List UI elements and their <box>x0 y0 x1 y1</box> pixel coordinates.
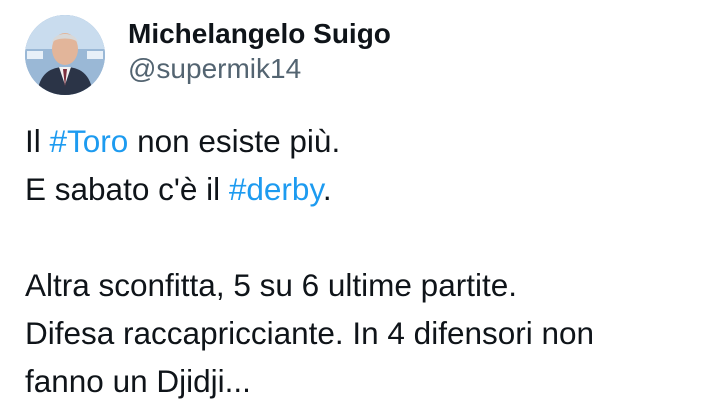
tweet-line-5: fanno un Djidji... <box>25 363 251 399</box>
hashtag-toro-link[interactable]: #Toro <box>50 123 129 159</box>
tweet-line-4: Difesa raccapricciante. In 4 difensori n… <box>25 315 595 351</box>
tweet-line-3: Altra sconfitta, 5 su 6 ultime partite. <box>25 267 517 303</box>
tweet-line-1: Il #Toro non esiste più. <box>25 117 712 165</box>
author-info: Michelangelo Suigo @supermik14 <box>128 16 391 86</box>
tweet-card: Michelangelo Suigo @supermik14 Il #Toro … <box>0 0 712 402</box>
tweet-line-2-text-after: . <box>322 171 332 207</box>
author-display-name[interactable]: Michelangelo Suigo <box>128 16 391 52</box>
hashtag-derby-link[interactable]: #derby <box>229 171 323 207</box>
tweet-line-1-text-before: Il <box>25 123 50 159</box>
tweet-line-2-text-before: E sabato c'è il <box>25 171 229 207</box>
author-handle[interactable]: @supermik14 <box>128 52 391 86</box>
tweet-line-1-text-after: non esiste più. <box>128 123 341 159</box>
avatar-photo <box>25 15 105 95</box>
avatar[interactable] <box>25 15 105 95</box>
tweet-text: Il #Toro non esiste più. E sabato c'è il… <box>25 117 712 402</box>
tweet-line-2: E sabato c'è il #derby. <box>25 165 712 213</box>
